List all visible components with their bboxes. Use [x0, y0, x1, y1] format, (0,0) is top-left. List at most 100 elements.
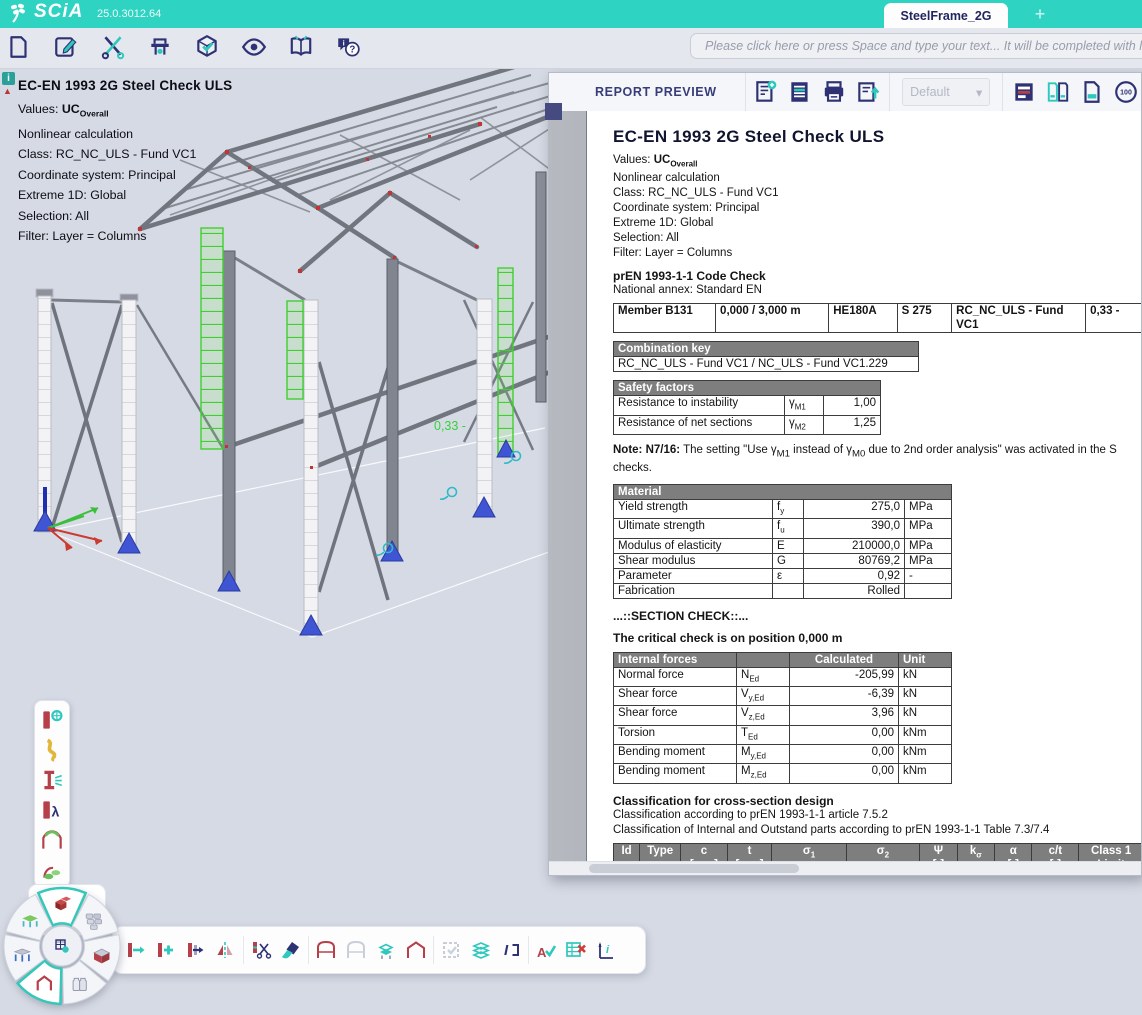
paint-properties-icon[interactable] [276, 933, 306, 967]
table-row: Ultimate strengthfu390,0MPa [614, 519, 952, 538]
scia-application-window: { "app": { "brand": "SCiA", "version": "… [0, 0, 1142, 1008]
check-spelling-icon[interactable]: A [531, 933, 561, 967]
layers-icon[interactable] [466, 933, 496, 967]
warning-icon: ▲ [3, 86, 12, 96]
frame-open-icon[interactable] [401, 933, 431, 967]
table-cell: Parameter [614, 568, 773, 583]
library-icon[interactable] [286, 30, 316, 64]
wheel-center-button[interactable] [42, 926, 82, 966]
horizontal-scrollbar[interactable] [549, 861, 1141, 875]
report-page: EC-EN 1993 2G Steel Check ULS Values: UC… [586, 111, 1141, 862]
separator [1002, 73, 1003, 111]
table-cell: Yield strength [614, 500, 773, 519]
table-row: Bending momentMz,Ed0,00kNm [614, 764, 952, 783]
new-tab-button[interactable]: + [1028, 2, 1052, 26]
table-cell: 390,0 [804, 519, 905, 538]
cut-beam-icon[interactable] [246, 933, 276, 967]
rename-icon[interactable]: I [496, 933, 526, 967]
member-table: Member B1310,000 / 3,000 mHE180AS 275RC_… [613, 303, 1141, 333]
table-layers-icon[interactable] [371, 933, 401, 967]
edit-project-icon[interactable] [51, 30, 81, 64]
table-cell: c[mm] [681, 843, 727, 862]
copy-multi-icon[interactable] [181, 933, 211, 967]
member-settings-icon[interactable] [37, 705, 67, 735]
table-row: Resistance to instabilityγM11,00 [614, 396, 881, 415]
print-icon[interactable] [819, 77, 849, 107]
report-table-icon[interactable] [785, 77, 815, 107]
help-icon[interactable]: i? [333, 30, 363, 64]
view-icon[interactable] [239, 30, 269, 64]
project-tab[interactable]: SteelFrame_2G [884, 3, 1008, 28]
table-cell: - [905, 568, 952, 583]
info-icon[interactable]: i [2, 72, 15, 85]
select-region-icon[interactable] [436, 933, 466, 967]
dimension-icon[interactable]: i [591, 933, 621, 967]
table-row: Normal forceNEd-205,99kN [614, 667, 952, 686]
scrollbar-thumb[interactable] [589, 864, 799, 873]
table-cell: Resistance of net sections [614, 415, 785, 434]
panel-splitter-handle[interactable] [545, 103, 562, 120]
single-page-icon[interactable] [1077, 77, 1107, 107]
report-style-dropdown[interactable]: Default ▾ [902, 78, 990, 106]
table-cell: Vz,Ed [737, 706, 790, 725]
legend-line: Selection: All [18, 206, 232, 227]
table-cell: Combination key [614, 342, 919, 357]
table-cell: kσ[-] [957, 843, 994, 862]
search-input[interactable] [690, 33, 1142, 59]
report-meta-line: Extreme 1D: Global [613, 216, 1141, 231]
table-cell: 80769,2 [804, 553, 905, 568]
frame-ghost-icon[interactable] [341, 933, 371, 967]
table-cell: Class 1Limit[-] [1079, 843, 1141, 862]
chevron-down-icon: ▾ [976, 85, 982, 100]
check-model-icon[interactable] [192, 30, 222, 64]
stability-lambda-icon[interactable]: λ [37, 795, 67, 825]
report-refresh-icon[interactable] [853, 77, 883, 107]
national-annex: National annex: Standard EN [613, 283, 1141, 298]
table-cell: Bending moment [614, 764, 737, 783]
dropdown-value: Default [910, 85, 950, 99]
app-version: 25.0.3012.64 [97, 8, 161, 20]
table-row: Shear forceVy,Ed-6,39kN [614, 687, 952, 706]
arbitrary-member-icon[interactable] [37, 855, 67, 885]
calculate-icon[interactable] [145, 30, 175, 64]
delete-table-icon[interactable] [561, 933, 591, 967]
app-brand: SCiA [34, 1, 83, 23]
table-cell: Shear modulus [614, 553, 773, 568]
tools-icon[interactable] [98, 30, 128, 64]
table-row: Resistance of net sectionsγM21,25 [614, 415, 881, 434]
facing-pages-icon[interactable] [1043, 77, 1073, 107]
table-cell: 0,33 - [1086, 304, 1141, 333]
table-cell: G [773, 553, 804, 568]
haunch-icon[interactable] [37, 825, 67, 855]
classification-table: IdTypec[mm]t[mm]σ1[kN/m²]σ2[kN/m²]Ψ[-]kσ… [613, 843, 1141, 862]
table-cell: Safety factors [614, 381, 881, 396]
copy-add-icon[interactable] [151, 933, 181, 967]
report-meta-line: Nonlinear calculation [613, 171, 1141, 186]
table-cell: Bending moment [614, 744, 737, 763]
table-cell: α[-] [995, 843, 1032, 862]
report-meta-line: Selection: All [613, 231, 1141, 246]
frame-icon[interactable] [311, 933, 341, 967]
member-row: Member B1310,000 / 3,000 mHE180AS 275RC_… [614, 304, 1142, 333]
table-cell: kN [899, 706, 952, 725]
zoom-100-icon[interactable]: 100 [1111, 77, 1141, 107]
note-text-wrap: checks. [613, 461, 1141, 476]
svg-text:?: ? [349, 44, 355, 55]
report-meta-lines: Nonlinear calculationClass: RC_NC_ULS - … [613, 171, 1141, 261]
cross-section-icon[interactable] [37, 765, 67, 795]
report-new-icon[interactable] [751, 77, 781, 107]
svg-text:100: 100 [1120, 90, 1132, 97]
table-cell: fy [773, 500, 804, 519]
separator [889, 73, 890, 111]
combination-key-table: Combination keyRC_NC_ULS - Fund VC1 / NC… [613, 341, 919, 372]
spline-icon[interactable] [37, 735, 67, 765]
table-cell: Resistance to instability [614, 396, 785, 415]
table-cell: HE180A [829, 304, 897, 333]
mirror-icon[interactable] [211, 933, 241, 967]
new-project-icon[interactable] [4, 30, 34, 64]
table-cell: kNm [899, 725, 952, 744]
workstation-wheel[interactable] [0, 884, 130, 1015]
theme-icon[interactable] [1009, 77, 1039, 107]
table-cell: γM1 [785, 396, 824, 415]
table-cell [905, 583, 952, 598]
